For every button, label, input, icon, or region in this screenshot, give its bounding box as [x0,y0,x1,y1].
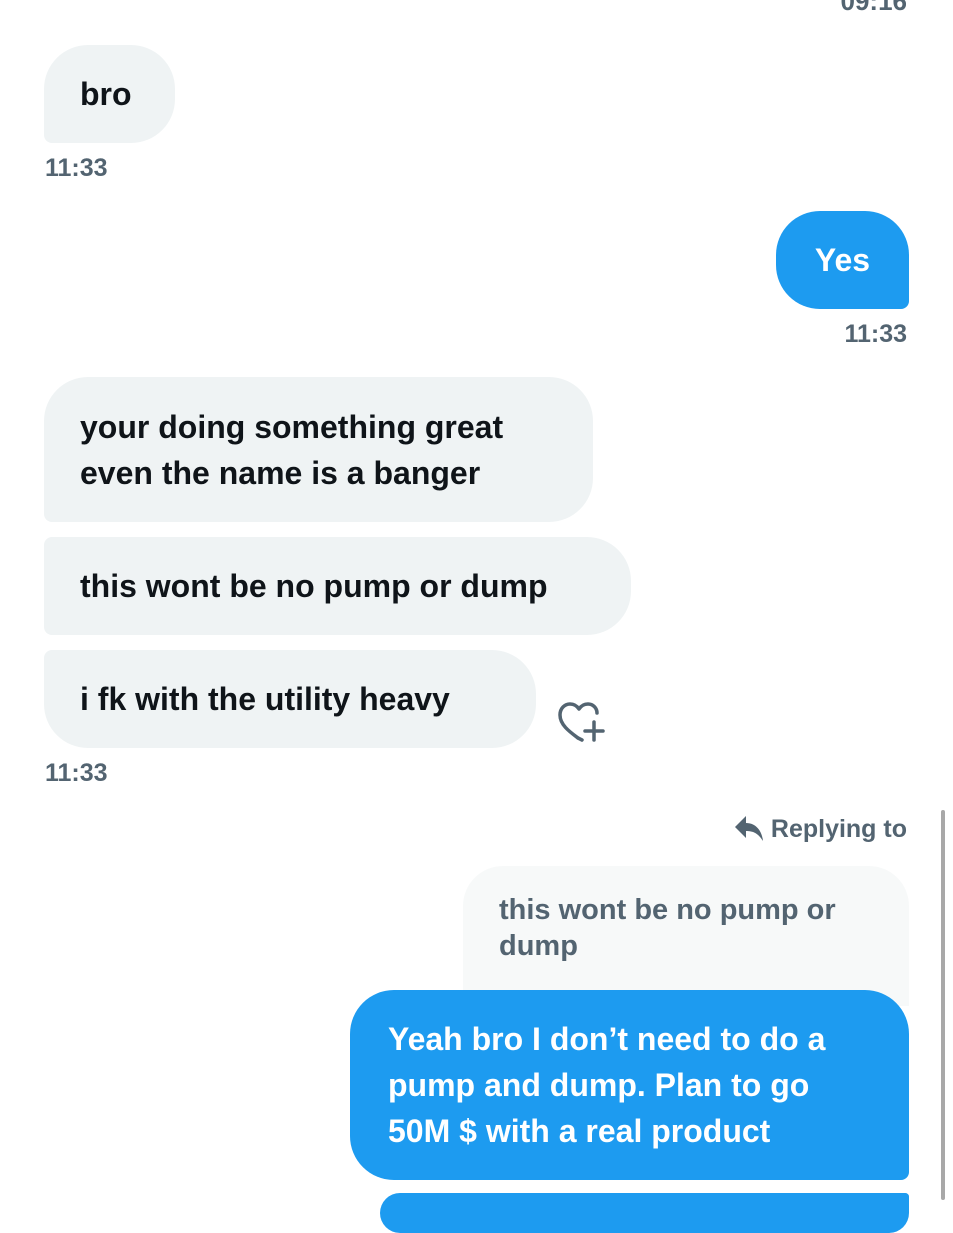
message-text: this wont be no pump or dump [80,568,548,604]
message-text: bro [80,76,132,112]
message-text: i fk with the utility heavy [80,681,450,717]
message-outgoing-reply[interactable]: Yeah bro I don’t need to do a pump and d… [350,990,909,1180]
message-incoming[interactable]: this wont be no pump or dump [44,537,631,635]
message-incoming[interactable]: i fk with the utility heavy [44,650,536,748]
message-outgoing-partial[interactable] [380,1193,909,1233]
timestamp: 11:33 [45,154,108,182]
heart-plus-icon[interactable] [556,700,606,744]
scrollbar[interactable] [941,810,945,1200]
message-outgoing[interactable]: Yes [776,211,909,309]
timestamp: 11:33 [45,759,108,787]
replying-to-label: Replying to [733,814,907,844]
message-text: Yeah bro I don’t need to do a pump and d… [388,1021,826,1149]
message-text: your doing something great even the name… [80,408,504,491]
replying-to-text: Replying to [770,814,907,843]
reply-arrow-icon [733,814,765,844]
quoted-message[interactable]: this wont be no pump or dump [463,866,909,1006]
message-text: Yes [814,242,871,278]
quoted-message-text: this wont be no pump or dump [499,894,836,962]
timestamp: 11:33 [844,320,907,348]
message-incoming[interactable]: bro [44,45,175,143]
message-incoming[interactable]: your doing something great even the name… [44,377,593,522]
timestamp-top: 09:16 [840,0,908,16]
